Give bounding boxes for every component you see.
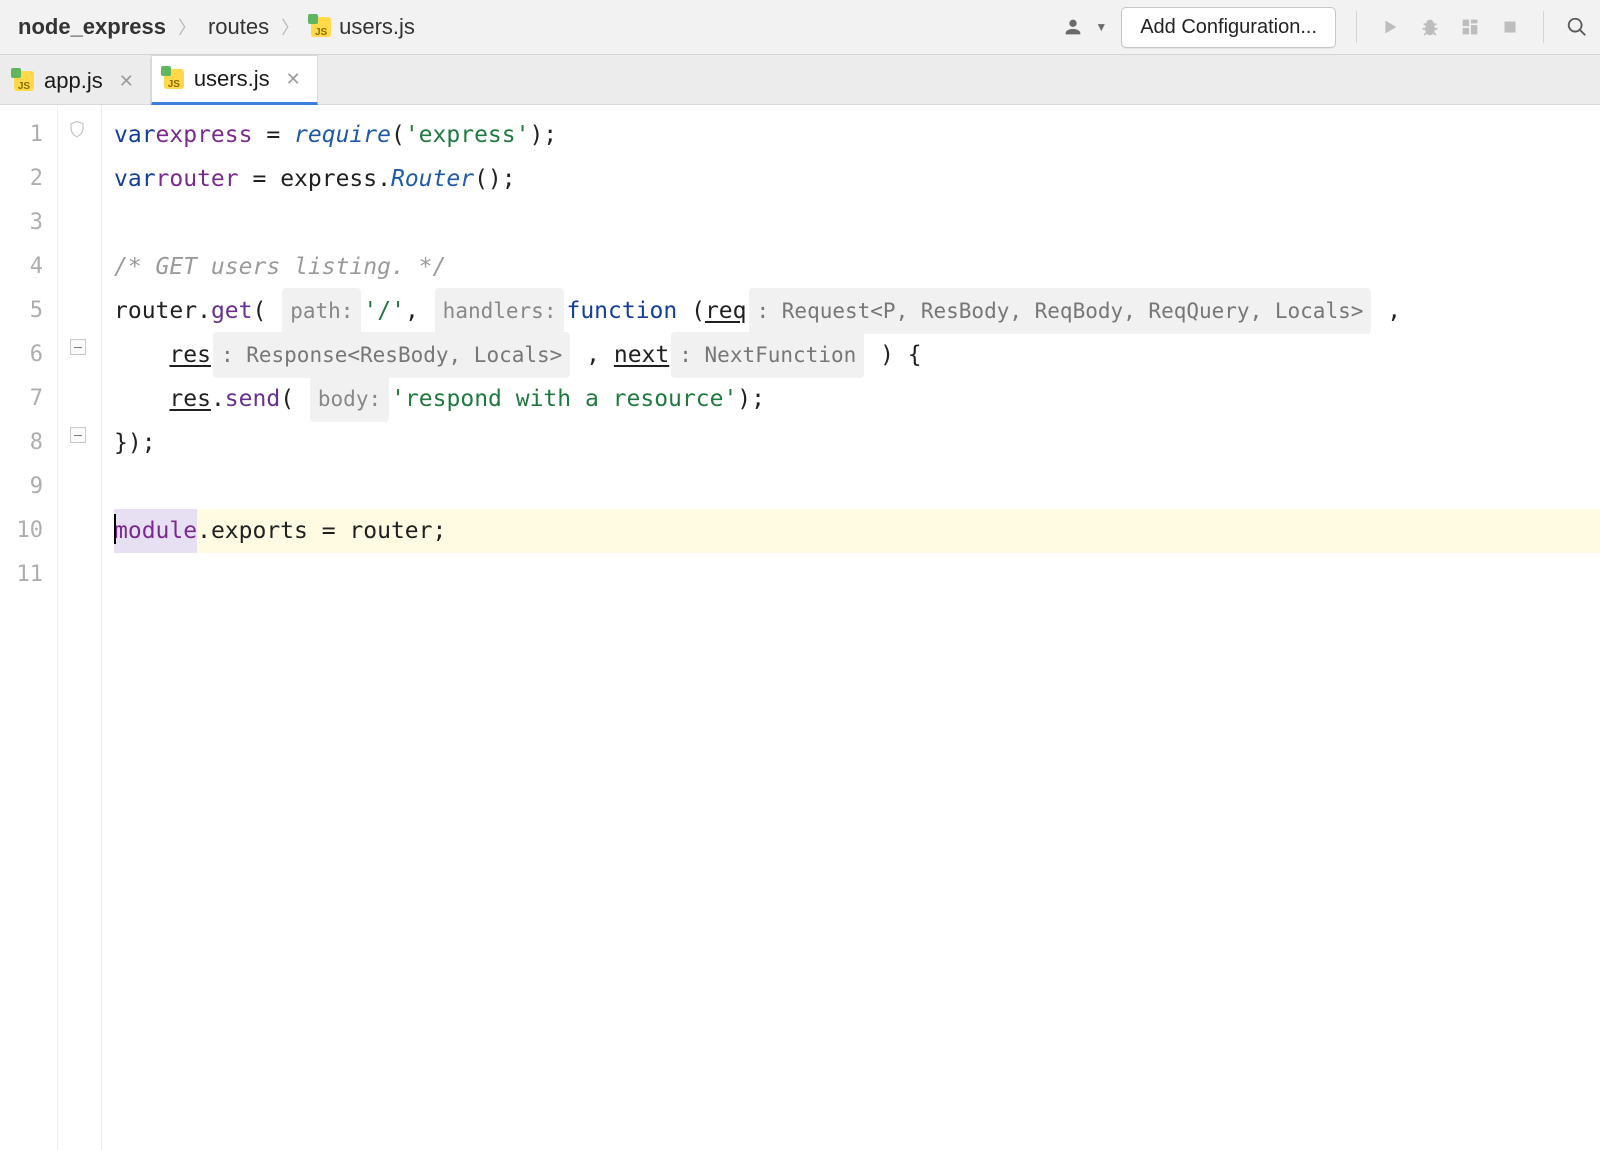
navigation-bar: node_express 〉 routes 〉 users.js ▼ Add C… (0, 0, 1600, 55)
js-file-icon (164, 69, 184, 89)
breadcrumb-project[interactable]: node_express (18, 14, 166, 40)
code-line: res.send( body: 'respond with a resource… (114, 377, 1600, 421)
line-number: 5 (0, 289, 43, 333)
debug-icon[interactable] (1417, 14, 1443, 40)
line-number: 11 (0, 553, 43, 597)
chevron-down-icon: ▼ (1095, 20, 1107, 34)
toolbar-right: ▼ Add Configuration... (1059, 7, 1590, 48)
separator (1356, 11, 1357, 43)
tab-label: users.js (194, 66, 270, 92)
add-configuration-button[interactable]: Add Configuration... (1121, 7, 1336, 48)
line-number: 2 (0, 157, 43, 201)
breadcrumb-file-label: users.js (339, 14, 415, 40)
breadcrumb: node_express 〉 routes 〉 users.js (18, 14, 1059, 40)
editor: 1 2 3 4 5 6 7 8 9 10 11 var express = re… (0, 105, 1600, 1150)
run-icon[interactable] (1377, 14, 1403, 40)
code-line-current: module.exports = router; (114, 509, 1600, 553)
tab-app-js[interactable]: app.js ✕ (2, 58, 151, 104)
line-number: 3 (0, 201, 43, 245)
search-icon[interactable] (1564, 14, 1590, 40)
fold-gutter (58, 105, 102, 1150)
js-file-icon (311, 17, 331, 37)
text-cursor (114, 514, 116, 544)
inspection-shield-icon[interactable] (68, 119, 86, 139)
tab-users-js[interactable]: users.js ✕ (151, 55, 318, 105)
line-number: 6 (0, 333, 43, 377)
separator (1543, 11, 1544, 43)
code-line (114, 465, 1600, 509)
tab-bar: app.js ✕ users.js ✕ (0, 55, 1600, 105)
js-file-icon (14, 71, 34, 91)
line-number-gutter: 1 2 3 4 5 6 7 8 9 10 11 (0, 105, 58, 1150)
fold-toggle[interactable] (70, 339, 86, 355)
line-number: 9 (0, 465, 43, 509)
line-number: 10 (0, 509, 43, 553)
code-line: router.get( path: '/', handlers: functio… (114, 289, 1600, 333)
line-number: 7 (0, 377, 43, 421)
fold-toggle[interactable] (70, 427, 86, 443)
chevron-right-icon: 〉 (178, 14, 196, 40)
code-line: }); (114, 421, 1600, 465)
breadcrumb-file[interactable]: users.js (311, 14, 415, 40)
code-line: var express = require('express'); (114, 113, 1600, 157)
close-icon[interactable]: ✕ (119, 71, 134, 92)
code-line: /* GET users listing. */ (114, 245, 1600, 289)
line-number: 8 (0, 421, 43, 465)
code-line: res : Response<ResBody, Locals> , next :… (114, 333, 1600, 377)
user-dropdown[interactable] (1059, 13, 1087, 41)
code-area[interactable]: var express = require('express'); var ro… (102, 105, 1600, 1150)
close-icon[interactable]: ✕ (286, 69, 301, 90)
code-line (114, 201, 1600, 245)
line-number: 1 (0, 113, 43, 157)
breadcrumb-folder[interactable]: routes (208, 14, 269, 40)
tab-label: app.js (44, 68, 103, 94)
code-line: var router = express.Router(); (114, 157, 1600, 201)
coverage-icon[interactable] (1457, 14, 1483, 40)
chevron-right-icon: 〉 (281, 14, 299, 40)
line-number: 4 (0, 245, 43, 289)
stop-icon[interactable] (1497, 14, 1523, 40)
code-line (114, 553, 1600, 597)
